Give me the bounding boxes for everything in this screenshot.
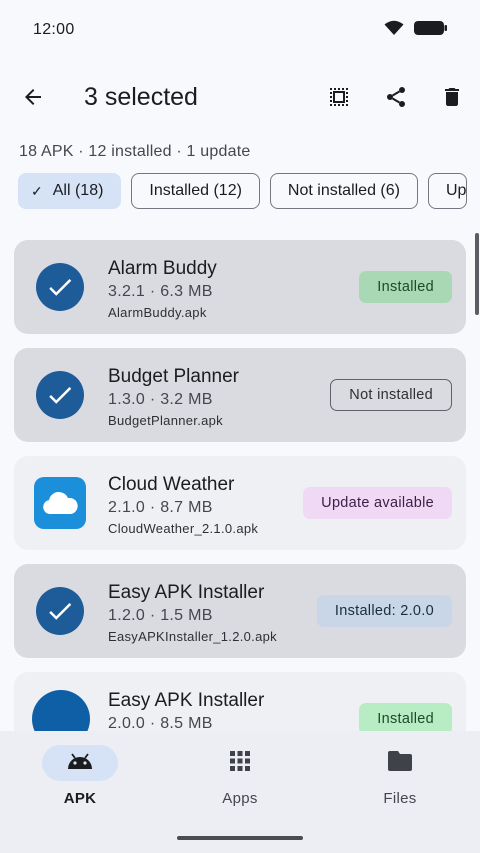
selected-check-icon (36, 263, 84, 311)
chip-label: All (18) (52, 182, 104, 199)
app-meta: 3.2.1 · 6.3 MB (108, 283, 213, 300)
select-all-icon (327, 85, 351, 114)
app-file: CloudWeather_2.1.0.apk (108, 521, 259, 536)
delete-button[interactable] (428, 75, 476, 123)
app-file: EasyAPKInstaller_1.2.0.apk (108, 629, 277, 644)
folder-icon (388, 750, 412, 776)
filter-chips: ✓ All (18) Installed (12) Not installed … (18, 173, 480, 211)
chip-label: Not installed (6) (287, 182, 400, 199)
app-icon (35, 586, 85, 636)
app-icon (34, 477, 86, 529)
android-icon (67, 752, 93, 775)
app-icon (35, 370, 85, 420)
nav-label: Apps (222, 790, 258, 807)
wifi-icon (384, 20, 404, 41)
battery-icon (414, 20, 448, 41)
status-badge: Update available (303, 487, 452, 519)
status-time: 12:00 (33, 21, 75, 38)
chip-updates[interactable]: Up (427, 173, 468, 209)
trash-icon (440, 85, 464, 114)
status-badge: Not installed (330, 379, 452, 411)
grid-icon (230, 750, 250, 776)
page-title: 3 selected (84, 83, 198, 111)
top-app-bar: 3 selected (0, 70, 480, 128)
list-item[interactable]: Alarm Buddy 3.2.1 · 6.3 MB AlarmBuddy.ap… (14, 240, 466, 334)
app-name: Budget Planner (108, 366, 239, 387)
app-file: BudgetPlanner.apk (108, 413, 223, 428)
app-name: Easy APK Installer (108, 690, 265, 711)
nav-files[interactable]: Files (340, 745, 460, 815)
nav-label: Files (383, 790, 417, 807)
chip-not-installed[interactable]: Not installed (6) (269, 173, 418, 209)
status-bar: 12:00 (0, 0, 480, 60)
apk-summary: 18 APK · 12 installed · 1 update (19, 143, 251, 160)
list-item[interactable]: Cloud Weather 2.1.0 · 8.7 MB CloudWeathe… (14, 456, 466, 550)
status-badge: Installed: 2.0.0 (316, 595, 452, 627)
arrow-back-icon (21, 85, 45, 114)
back-button[interactable] (9, 75, 57, 123)
share-icon (384, 85, 408, 114)
nav-indicator (42, 745, 118, 781)
cloud-icon (34, 477, 86, 529)
app-meta: 2.1.0 · 8.7 MB (108, 499, 213, 516)
app-name: Easy APK Installer (108, 582, 265, 603)
chip-label: Up (445, 182, 467, 199)
app-file: AlarmBuddy.apk (108, 305, 207, 320)
selected-check-icon (36, 371, 84, 419)
list-item[interactable]: Easy APK Installer 1.2.0 · 1.5 MB EasyAP… (14, 564, 466, 658)
scrollbar[interactable] (475, 233, 479, 315)
nav-apk[interactable]: APK (20, 745, 140, 815)
check-icon: ✓ (31, 182, 43, 199)
bottom-navigation: APK Apps Files (0, 731, 480, 853)
app-icon (35, 262, 85, 312)
select-all-button[interactable] (315, 75, 363, 123)
chip-label: Installed (12) (149, 182, 242, 199)
nav-indicator (362, 745, 438, 781)
list-item[interactable]: Budget Planner 1.3.0 · 3.2 MB BudgetPlan… (14, 348, 466, 442)
share-button[interactable] (372, 75, 420, 123)
app-meta: 1.3.0 · 3.2 MB (108, 391, 213, 408)
status-badge: Installed (359, 271, 452, 303)
selected-check-icon (36, 587, 84, 635)
app-name: Cloud Weather (108, 474, 235, 495)
status-icons (384, 20, 448, 41)
app-meta: 1.2.0 · 1.5 MB (108, 607, 213, 624)
chip-installed[interactable]: Installed (12) (131, 173, 260, 209)
nav-apps[interactable]: Apps (180, 745, 300, 815)
home-indicator[interactable] (177, 836, 303, 840)
nav-label: APK (63, 790, 97, 807)
app-name: Alarm Buddy (108, 258, 217, 279)
nav-indicator (202, 745, 278, 781)
chip-all[interactable]: ✓ All (18) (18, 173, 122, 209)
